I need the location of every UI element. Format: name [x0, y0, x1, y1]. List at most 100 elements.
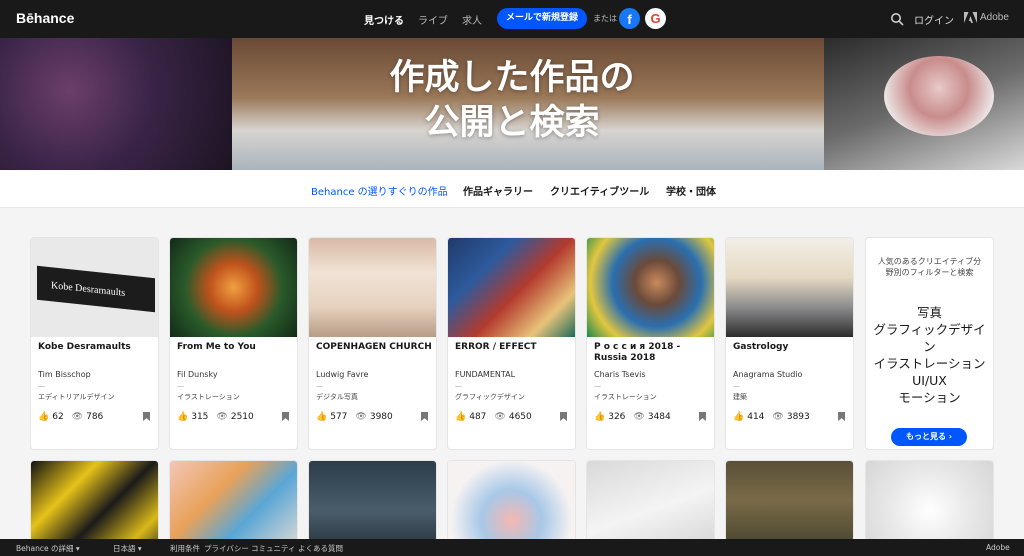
- project-card[interactable]: [170, 461, 297, 541]
- nav-discover[interactable]: 見つける: [364, 12, 404, 27]
- nav-jobs[interactable]: 求人: [462, 12, 482, 27]
- adobe-link[interactable]: Adobe: [964, 12, 1009, 23]
- separator: —: [733, 382, 740, 390]
- project-card[interactable]: [309, 461, 436, 541]
- email-signup-button[interactable]: メールで新規登録: [497, 8, 587, 29]
- project-card[interactable]: [866, 461, 993, 541]
- project-category: 建築: [733, 393, 747, 401]
- project-owner[interactable]: Tim Bisschop: [38, 370, 91, 379]
- bookmark-icon[interactable]: [421, 412, 428, 421]
- project-thumbnail[interactable]: [309, 461, 436, 541]
- project-owner[interactable]: FUNDAMENTAL: [455, 370, 515, 379]
- bookmark-icon[interactable]: [560, 412, 567, 421]
- project-category: イラストレーション: [594, 393, 657, 401]
- project-thumbnail[interactable]: [866, 461, 993, 541]
- footer-privacy[interactable]: プライバシー: [204, 543, 249, 554]
- project-card[interactable]: ERROR / EFFECT FUNDAMENTAL — グラフィックデザイン …: [448, 238, 575, 449]
- project-thumbnail[interactable]: [448, 238, 575, 337]
- nav-live[interactable]: ライブ: [418, 12, 448, 27]
- project-card[interactable]: Gastrology Anagrama Studio — 建築 👍 414 👁 38…: [726, 238, 853, 449]
- footer-community[interactable]: コミュニティ: [251, 543, 296, 554]
- footer-terms[interactable]: 利用条件: [170, 543, 200, 554]
- like-count: 315: [191, 412, 209, 422]
- project-title[interactable]: ERROR / EFFECT: [455, 342, 571, 353]
- project-stats: 👍 414 👁 3893: [733, 412, 849, 422]
- project-title[interactable]: COPENHAGEN CHURCH: [316, 342, 432, 353]
- eye-icon: 👁: [355, 412, 367, 422]
- project-thumbnail[interactable]: [31, 461, 158, 541]
- project-stats: 👍 326 👁 3484: [594, 412, 710, 422]
- project-thumbnail[interactable]: [587, 461, 714, 541]
- eye-icon: 👁: [216, 412, 228, 422]
- footer-about[interactable]: Behance の詳細 ▾: [16, 543, 80, 554]
- project-stats: 👍 62 👁 786: [38, 412, 154, 422]
- project-card[interactable]: Kobe Desramaults Kobe Desramaults Tim Bi…: [31, 238, 158, 449]
- field-photography[interactable]: 写真: [870, 304, 989, 321]
- project-card[interactable]: From Me to You Fil Dunsky — イラストレーション 👍 3…: [170, 238, 297, 449]
- field-motion[interactable]: モーション: [870, 389, 989, 406]
- separator: —: [177, 382, 184, 390]
- project-thumbnail[interactable]: [170, 238, 297, 337]
- sub-navigation: Behance の選りすぐりの作品 作品ギャラリー クリエイティブツール 学校・…: [0, 170, 1024, 208]
- project-title[interactable]: Gastrology: [733, 342, 849, 353]
- thumbs-up-icon: 👍: [594, 412, 606, 422]
- project-owner[interactable]: Anagrama Studio: [733, 370, 802, 379]
- project-card[interactable]: [726, 461, 853, 541]
- like-count: 577: [330, 412, 348, 422]
- field-graphic-design[interactable]: グラフィックデザイン: [870, 321, 989, 355]
- login-link[interactable]: ログイン: [914, 12, 954, 27]
- project-thumbnail[interactable]: [587, 238, 714, 337]
- project-owner[interactable]: Ludwig Favre: [316, 370, 368, 379]
- tab-gallery[interactable]: 作品ギャラリー: [463, 183, 533, 198]
- project-category: エディトリアルデザイン: [38, 393, 115, 401]
- bookmark-icon[interactable]: [838, 412, 845, 421]
- separator: —: [38, 382, 45, 390]
- tab-creative-tools[interactable]: クリエイティブツール: [550, 183, 649, 198]
- creative-fields-card: 人気のあるクリエイティブ分野別のフィルターと検索 写真 グラフィックデザイン イ…: [866, 238, 993, 449]
- project-card[interactable]: Р о с с и я 2018 - Russia 2018 Charis Ts…: [587, 238, 714, 449]
- bookmark-icon[interactable]: [699, 412, 706, 421]
- search-icon[interactable]: [890, 12, 904, 26]
- eye-icon: 👁: [494, 412, 506, 422]
- view-count: 3893: [786, 412, 810, 422]
- thumbs-up-icon: 👍: [177, 412, 189, 422]
- footer-adobe[interactable]: Adobe: [986, 543, 1010, 552]
- top-navigation: Bēhance 見つける ライブ 求人 メールで新規登録 または f G ログイ…: [0, 0, 1024, 38]
- project-owner[interactable]: Charis Tsevis: [594, 370, 646, 379]
- bookmark-icon[interactable]: [143, 412, 150, 421]
- behance-logo[interactable]: Bēhance: [16, 10, 74, 26]
- footer-bar: Behance の詳細 ▾ 日本語 ▾ 利用条件 プライバシー コミュニティ よ…: [0, 539, 1024, 556]
- project-title[interactable]: From Me to You: [177, 342, 293, 353]
- project-thumbnail[interactable]: [726, 238, 853, 337]
- like-count: 62: [52, 412, 64, 422]
- project-title[interactable]: Р о с с и я 2018 - Russia 2018: [594, 342, 710, 364]
- footer-faq[interactable]: よくある質問: [298, 543, 343, 554]
- project-thumbnail[interactable]: [726, 461, 853, 541]
- field-ui-ux[interactable]: UI/UX: [870, 372, 989, 389]
- facebook-signin-icon[interactable]: f: [619, 8, 640, 29]
- field-illustration[interactable]: イラストレーション: [870, 355, 989, 372]
- project-owner[interactable]: Fil Dunsky: [177, 370, 218, 379]
- project-stats: 👍 577 👁 3980: [316, 412, 432, 422]
- thumbs-up-icon: 👍: [38, 412, 50, 422]
- project-stats: 👍 487 👁 4650: [455, 412, 571, 422]
- project-thumbnail[interactable]: [448, 461, 575, 541]
- bookmark-icon[interactable]: [282, 412, 289, 421]
- project-card[interactable]: [448, 461, 575, 541]
- project-thumbnail[interactable]: [170, 461, 297, 541]
- project-card[interactable]: [31, 461, 158, 541]
- project-thumbnail[interactable]: Kobe Desramaults: [31, 238, 158, 337]
- footer-language[interactable]: 日本語 ▾: [113, 543, 142, 554]
- eye-icon: 👁: [71, 412, 84, 422]
- google-signin-icon[interactable]: G: [645, 8, 666, 29]
- tab-schools[interactable]: 学校・団体: [666, 183, 716, 198]
- project-card[interactable]: COPENHAGEN CHURCH Ludwig Favre — デジタル写真 …: [309, 238, 436, 449]
- project-card[interactable]: [587, 461, 714, 541]
- project-thumbnail[interactable]: [309, 238, 436, 337]
- view-count: 3484: [647, 412, 671, 422]
- tab-curated[interactable]: Behance の選りすぐりの作品: [311, 183, 448, 198]
- see-more-button[interactable]: もっと見る ›: [891, 428, 967, 446]
- project-category: グラフィックデザイン: [455, 393, 525, 401]
- like-count: 326: [608, 412, 626, 422]
- project-title[interactable]: Kobe Desramaults: [38, 342, 154, 353]
